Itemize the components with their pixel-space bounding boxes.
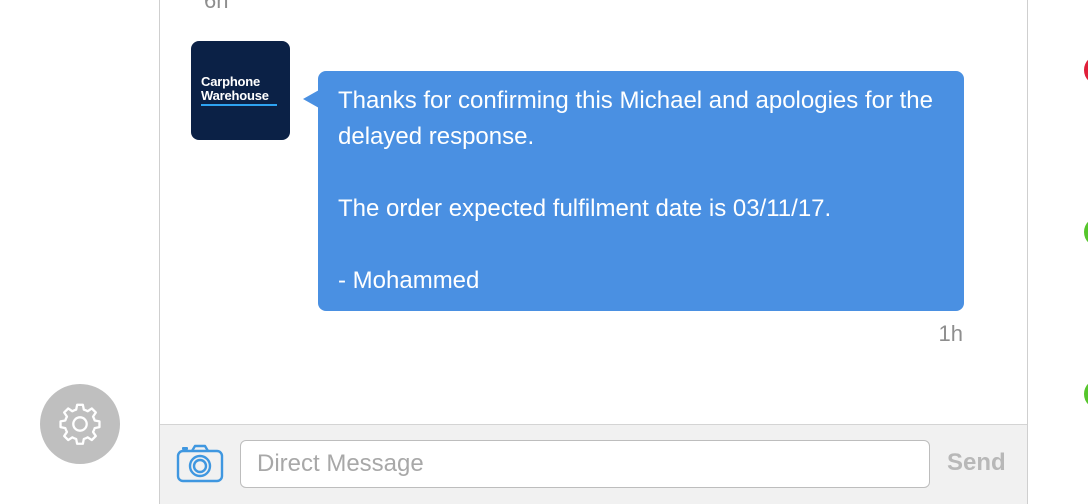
bubble-tail <box>303 90 319 108</box>
conversation-panel: 6h Carphone Warehouse Thanks for confirm… <box>159 0 1028 504</box>
comment-badge <box>1081 214 1088 250</box>
activity-strip <box>1029 0 1088 504</box>
avatar-logo-line2: Warehouse <box>201 88 269 103</box>
left-gutter <box>0 0 159 504</box>
settings-button[interactable] <box>40 384 120 464</box>
message-paragraph: - Mohammed <box>338 267 480 294</box>
avatar-logo-underline <box>201 104 277 106</box>
sender-avatar[interactable]: Carphone Warehouse <box>191 41 290 140</box>
message-paragraph: Thanks for confirming this Michael and a… <box>338 87 933 150</box>
notification-comment[interactable] <box>1059 376 1088 440</box>
camera-button[interactable] <box>176 444 224 484</box>
message-timestamp: 1h <box>938 321 963 346</box>
direct-message-input[interactable] <box>240 440 930 488</box>
avatar-logo-line1: Carphone <box>201 74 261 89</box>
previous-message-timestamp: 6h <box>204 0 229 13</box>
notification-comment[interactable] <box>1059 214 1088 278</box>
gear-icon <box>59 403 101 445</box>
message-composer: Send <box>160 424 1027 504</box>
message-paragraph: The order expected fulfilment date is 03… <box>338 195 832 222</box>
heart-badge <box>1081 52 1088 88</box>
send-button[interactable]: Send <box>947 449 1006 477</box>
camera-icon <box>176 444 224 483</box>
notification-heart[interactable] <box>1059 52 1088 116</box>
comment-badge <box>1081 376 1088 412</box>
message-bubble[interactable]: Thanks for confirming this Michael and a… <box>318 71 964 311</box>
